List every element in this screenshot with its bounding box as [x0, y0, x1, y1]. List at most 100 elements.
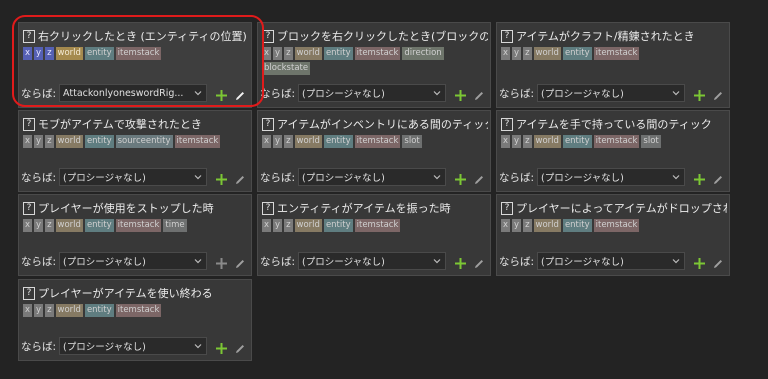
edit-procedure-button[interactable] — [712, 87, 724, 100]
dependency-chips: x y z world entity itemstack — [501, 219, 725, 232]
help-icon[interactable]: ? — [262, 117, 274, 131]
dependency-chips: x y z world entity itemstack — [23, 47, 247, 60]
help-icon[interactable]: ? — [262, 201, 274, 215]
procedure-select[interactable]: (プロシージャなし) — [59, 337, 208, 355]
if-label: ならば: — [21, 340, 57, 353]
procedure-select[interactable]: (プロシージャなし) — [298, 252, 447, 270]
procedure-row: ならば: (プロシージャなし) — [21, 167, 247, 187]
dependency-chip-itemstack: itemstack — [174, 135, 221, 148]
help-icon[interactable]: ? — [262, 29, 274, 43]
if-label: ならば: — [499, 87, 535, 100]
procedure-select[interactable]: (プロシージャなし) — [537, 252, 686, 270]
dependency-chip-x: x — [501, 135, 511, 148]
trigger-title-row: ? プレイヤーがアイテムを使い終わる — [23, 285, 249, 301]
dependency-chip-world: world — [533, 47, 561, 60]
trigger-title-row: ? プレイヤーが使用をストップした時 — [23, 200, 249, 216]
procedure-select-value: (プロシージャなし) — [302, 89, 385, 100]
dependency-chip-entity: entity — [562, 47, 592, 60]
procedure-select[interactable]: (プロシージャなし) — [59, 168, 208, 186]
pencil-icon — [473, 255, 485, 268]
help-icon[interactable]: ? — [501, 201, 513, 215]
dependency-chip-slot: slot — [402, 135, 422, 148]
help-icon[interactable]: ? — [23, 29, 35, 43]
dependency-chips: x y z world entity itemstack slot — [501, 135, 725, 148]
edit-procedure-button[interactable] — [473, 255, 485, 268]
trigger-title: プレイヤーが使用をストップした時 — [38, 202, 214, 215]
procedure-select[interactable]: (プロシージャなし) — [537, 168, 686, 186]
dependency-chip-y: y — [34, 304, 44, 317]
trigger-card: ?プレイヤーによってアイテムがドロップされたとき xyzworldentityit… — [496, 194, 730, 276]
help-icon[interactable]: ? — [23, 117, 35, 131]
add-procedure-button[interactable] — [693, 87, 706, 101]
edit-procedure-button[interactable] — [234, 87, 246, 100]
pencil-icon — [234, 340, 246, 353]
procedure-select-value: (プロシージャなし) — [63, 342, 146, 353]
edit-procedure-button[interactable] — [234, 255, 246, 268]
help-icon[interactable]: ? — [23, 201, 35, 215]
add-procedure-button[interactable] — [454, 255, 467, 269]
procedure-row: ならば: (プロシージャなし) — [260, 83, 486, 103]
dependency-chip-itemstack: itemstack — [354, 219, 401, 232]
dependency-chip-world: world — [294, 47, 322, 60]
add-procedure-button[interactable] — [454, 87, 467, 101]
add-procedure-button[interactable] — [215, 255, 228, 269]
add-procedure-button[interactable] — [215, 171, 228, 185]
edit-procedure-button[interactable] — [712, 255, 724, 268]
dependency-chip-z: z — [523, 219, 532, 232]
dependency-chip-entity: entity — [562, 135, 592, 148]
procedure-select[interactable]: (プロシージャなし) — [298, 84, 447, 102]
dependency-chip-itemstack: itemstack — [593, 135, 640, 148]
procedure-select[interactable]: (プロシージャなし) — [537, 84, 686, 102]
help-icon[interactable]: ? — [501, 29, 513, 43]
chevron-down-icon — [671, 256, 681, 266]
procedure-select-value: (プロシージャなし) — [541, 257, 624, 268]
add-procedure-button[interactable] — [693, 255, 706, 269]
dependency-chip-itemstack: itemstack — [115, 304, 162, 317]
dependency-chip-x: x — [23, 219, 33, 232]
plus-icon — [454, 171, 467, 185]
dependency-chip-z: z — [45, 304, 54, 317]
add-procedure-button[interactable] — [215, 87, 228, 101]
dependency-chip-itemstack: itemstack — [354, 135, 401, 148]
dependency-chip-z: z — [45, 47, 54, 60]
procedure-select[interactable]: AttackonlyoneswordRig... — [59, 84, 208, 102]
dependency-chip-entity: entity — [84, 135, 114, 148]
dependency-chip-z: z — [523, 47, 532, 60]
dependency-chips: x y z world entity itemstack — [501, 47, 725, 60]
help-icon[interactable]: ? — [501, 117, 513, 131]
pencil-icon — [473, 171, 485, 184]
edit-procedure-button[interactable] — [234, 340, 246, 353]
chevron-down-icon — [432, 172, 442, 182]
edit-procedure-button[interactable] — [712, 171, 724, 184]
edit-procedure-button[interactable] — [234, 171, 246, 184]
trigger-title-row: ?プレイヤーによってアイテムがドロップされたとき — [501, 200, 727, 216]
plus-icon — [454, 87, 467, 101]
trigger-title: 右クリックしたとき (エンティティの位置) — [38, 30, 247, 43]
procedure-select[interactable]: (プロシージャなし) — [298, 168, 447, 186]
dependency-chip-x: x — [501, 47, 511, 60]
dependency-chip-x: x — [262, 135, 272, 148]
procedure-select[interactable]: (プロシージャなし) — [59, 252, 208, 270]
trigger-title-row: ? アイテムを手で持っている間のティック — [501, 116, 727, 132]
dependency-chip-world: world — [533, 219, 561, 232]
dependency-chips: x y z world entity sourceentity itemstack — [23, 135, 247, 148]
plus-icon — [693, 255, 706, 269]
chevron-down-icon — [193, 88, 203, 98]
dependency-chip-y: y — [34, 47, 44, 60]
dependency-chip-entity: entity — [323, 47, 353, 60]
if-label: ならば: — [260, 171, 296, 184]
dependency-chip-blockstate: blockstate — [262, 62, 311, 75]
dependency-chip-world: world — [533, 135, 561, 148]
trigger-card: ?ブロックを右クリックしたとき(ブロックの座標) xyzworldentityit… — [257, 22, 491, 108]
add-procedure-button[interactable] — [693, 171, 706, 185]
edit-procedure-button[interactable] — [473, 171, 485, 184]
trigger-title: プレイヤーによってアイテムがドロップされたとき — [516, 202, 727, 215]
plus-icon — [215, 255, 228, 269]
add-procedure-button[interactable] — [215, 340, 228, 354]
trigger-title-row: ? 右クリックしたとき (エンティティの位置) — [23, 28, 249, 44]
pencil-icon — [234, 255, 246, 268]
add-procedure-button[interactable] — [454, 171, 467, 185]
help-icon[interactable]: ? — [23, 286, 35, 300]
edit-procedure-button[interactable] — [473, 87, 485, 100]
dependency-chip-world: world — [55, 304, 83, 317]
